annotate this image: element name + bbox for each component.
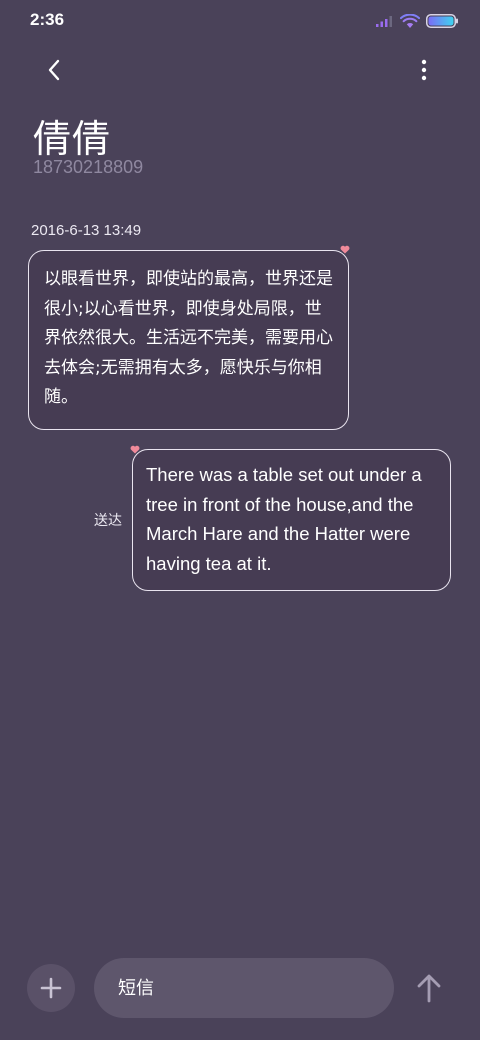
send-button[interactable] [410, 968, 448, 1008]
more-vertical-icon [421, 59, 427, 81]
message-input[interactable] [118, 977, 394, 999]
incoming-message-bubble[interactable]: 以眼看世界，即使站的最高，世界还是很小;以心看世界，即使身处局限，世界依然很大。… [28, 250, 349, 430]
wifi-icon [400, 13, 420, 28]
status-bar: 2:36 [0, 0, 480, 42]
status-time: 2:36 [30, 10, 65, 29]
arrow-up-icon [417, 974, 441, 1003]
status-icons [376, 11, 458, 31]
signal-icon [376, 16, 392, 27]
outgoing-message-bubble[interactable]: There was a table set out under a tree i… [132, 449, 451, 591]
more-options-button[interactable] [406, 52, 442, 88]
attach-button[interactable] [27, 964, 75, 1012]
contact-name: 倩倩 [33, 117, 112, 161]
message-timestamp: 2016-6-13 13:49 [31, 222, 142, 239]
contact-number: 18730218809 [33, 157, 144, 177]
back-button[interactable] [36, 52, 72, 88]
plus-icon [40, 977, 62, 999]
conversation-screen: 2:36 倩倩 18730218809 2016-6-13 13:49 以眼看世… [0, 0, 480, 1040]
message-input-container [94, 958, 394, 1018]
battery-icon [426, 14, 458, 28]
delivery-status: 送达 [94, 513, 122, 529]
chevron-left-icon [48, 59, 60, 81]
